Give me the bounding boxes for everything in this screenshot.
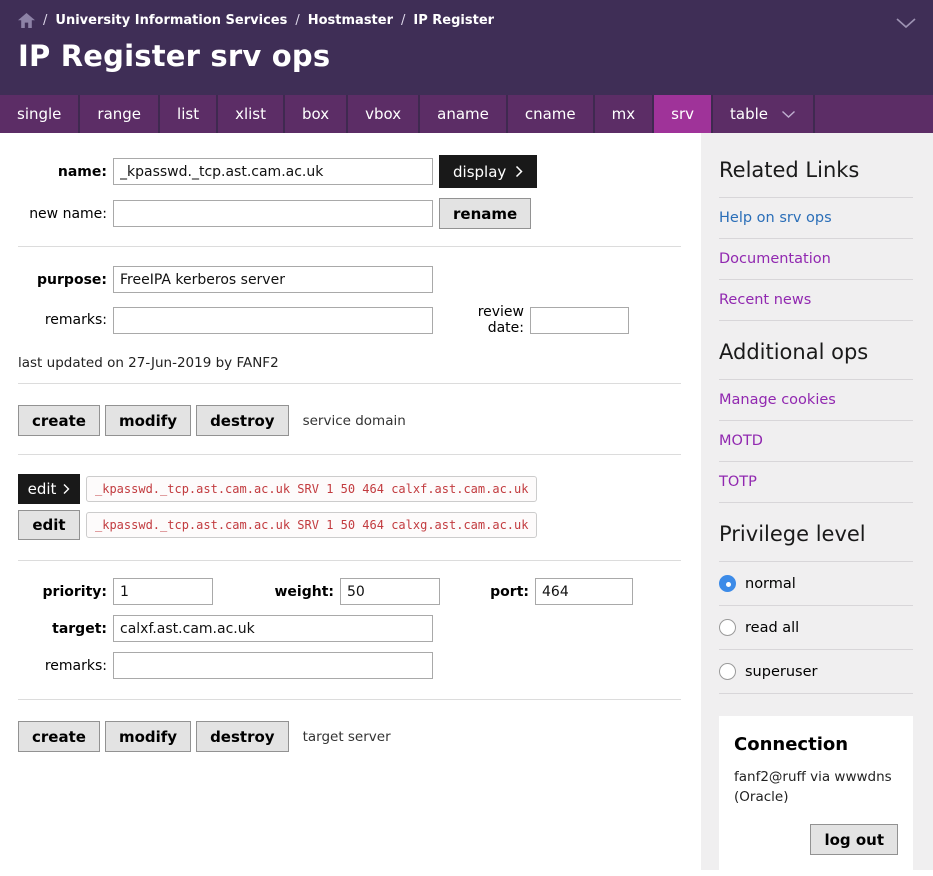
modify-service-domain-button[interactable]: modify [105,405,191,436]
divider [719,693,913,694]
edit-record-2-button[interactable]: edit [18,510,80,540]
breadcrumb-item-uis[interactable]: University Information Services [55,13,287,28]
radio-button-icon[interactable] [719,575,736,592]
remarks-label: remarks: [18,312,107,328]
nav-tabs: single range list xlist box vbox aname c… [0,95,933,133]
name-label: name: [18,164,107,180]
port-label: port: [485,584,529,600]
sidebar: Related Links Help on srv ops Documentat… [701,133,933,870]
sidebar-link-help-on-srv-ops[interactable]: Help on srv ops [719,198,913,238]
additional-ops-heading: Additional ops [719,321,913,379]
service-domain-caption: service domain [303,413,406,429]
target-label: target: [18,621,107,637]
chevron-down-icon[interactable] [895,17,917,29]
weight-label: weight: [249,584,334,600]
rename-button[interactable]: rename [439,198,531,229]
divider [18,560,681,561]
tab-single[interactable]: single [0,95,80,133]
privilege-option-superuser[interactable]: superuser [719,650,913,693]
privilege-level-heading: Privilege level [719,503,913,561]
connection-info: fanf2@ruff via wwwdns (Oracle) [734,768,898,807]
name-input[interactable] [113,158,433,185]
target-input[interactable] [113,615,433,642]
page-header: / University Information Services / Host… [0,0,933,95]
review-date-input[interactable] [530,307,629,334]
new-name-input[interactable] [113,200,433,227]
page-title: IP Register srv ops [18,39,933,73]
divider [18,246,681,247]
sidebar-link-motd[interactable]: MOTD [719,421,913,461]
tab-mx[interactable]: mx [595,95,655,133]
remarks-input[interactable] [113,307,433,334]
remarks2-label: remarks: [18,658,107,674]
display-button[interactable]: display [439,155,537,188]
log-out-button[interactable]: log out [810,824,898,855]
breadcrumb-item-hostmaster[interactable]: Hostmaster [308,13,393,28]
privilege-option-label: normal [745,576,796,592]
target-server-caption: target server [303,729,391,745]
new-name-label: new name: [18,206,107,222]
srv-record-2: _kpasswd._tcp.ast.cam.ac.uk SRV 1 50 464… [86,512,537,538]
purpose-label: purpose: [18,272,107,288]
tab-range[interactable]: range [80,95,160,133]
radio-button-icon[interactable] [719,663,736,680]
edit-record-1-button[interactable]: edit [18,474,80,504]
tab-xlist[interactable]: xlist [218,95,285,133]
weight-input[interactable] [340,578,440,605]
display-button-label: display [453,163,506,181]
chevron-right-icon [63,483,70,495]
priority-input[interactable] [113,578,213,605]
connection-heading: Connection [734,734,898,755]
srv-ops-form: name: display new name: rename purpose: … [0,133,701,752]
connection-card: Connection fanf2@ruff via wwwdns (Oracle… [719,716,913,876]
tab-table[interactable]: table [713,95,815,133]
chevron-down-icon[interactable] [781,110,796,119]
tab-srv[interactable]: srv [654,95,713,133]
privilege-option-read-all[interactable]: read all [719,606,913,649]
sidebar-link-manage-cookies[interactable]: Manage cookies [719,380,913,420]
privilege-option-label: superuser [745,664,817,680]
related-links-heading: Related Links [719,133,913,197]
breadcrumb: / University Information Services / Host… [18,13,933,28]
destroy-target-server-button[interactable]: destroy [196,721,289,752]
sidebar-link-documentation[interactable]: Documentation [719,239,913,279]
chevron-right-icon [515,165,523,178]
breadcrumb-separator: / [295,13,299,28]
tab-cname[interactable]: cname [508,95,595,133]
breadcrumb-separator: / [401,13,405,28]
purpose-input[interactable] [113,266,433,293]
srv-record-1: _kpasswd._tcp.ast.cam.ac.uk SRV 1 50 464… [86,476,537,502]
privilege-option-label: read all [745,620,799,636]
create-target-server-button[interactable]: create [18,721,100,752]
tab-box[interactable]: box [285,95,348,133]
destroy-service-domain-button[interactable]: destroy [196,405,289,436]
sidebar-link-totp[interactable]: TOTP [719,462,913,502]
divider [18,383,681,384]
tab-list[interactable]: list [160,95,218,133]
breadcrumb-item-ip-register[interactable]: IP Register [413,13,494,28]
modify-target-server-button[interactable]: modify [105,721,191,752]
remarks2-input[interactable] [113,652,433,679]
radio-button-icon[interactable] [719,619,736,636]
privilege-option-normal[interactable]: normal [719,562,913,605]
tab-aname[interactable]: aname [420,95,508,133]
breadcrumb-separator: / [43,13,47,28]
sidebar-link-recent-news[interactable]: Recent news [719,280,913,320]
last-updated-text: last updated on 27-Jun-2019 by FANF2 [18,355,701,371]
tab-vbox[interactable]: vbox [348,95,420,133]
edit-button-label: edit [28,480,57,498]
port-input[interactable] [535,578,633,605]
home-icon[interactable] [18,13,35,28]
review-date-label: review date: [442,304,524,336]
divider [18,699,681,700]
create-service-domain-button[interactable]: create [18,405,100,436]
tab-table-label: table [730,105,768,123]
priority-label: priority: [18,584,107,600]
divider [18,454,681,455]
